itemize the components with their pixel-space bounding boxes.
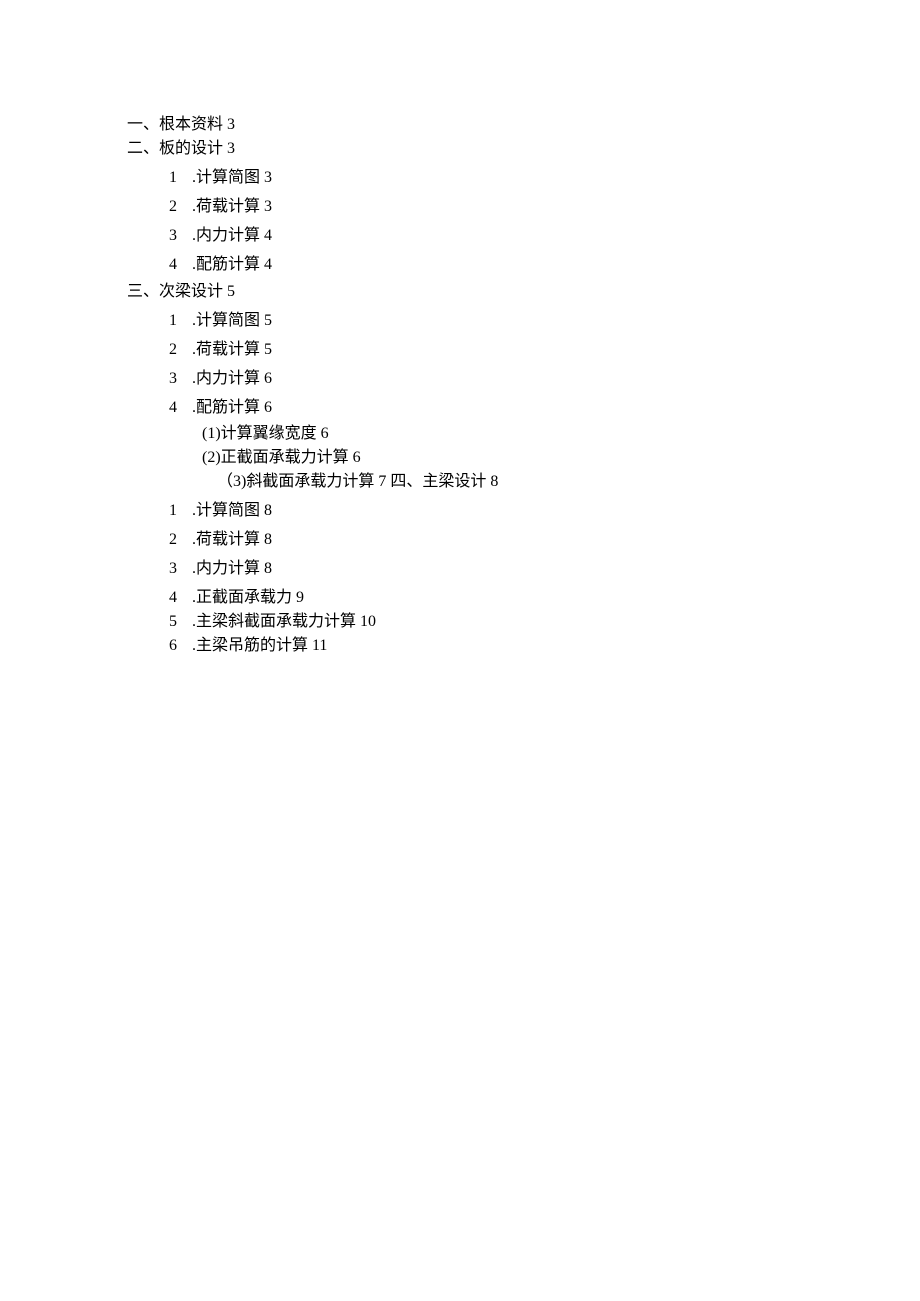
toc-item: 3 .内力计算 8 xyxy=(169,557,920,581)
toc-item: 5 .主梁斜截面承载力计算 10 xyxy=(169,610,920,634)
item-number: 4 xyxy=(169,396,183,420)
toc-section-2: 二、板的设计 3 xyxy=(127,137,920,161)
item-title: .内力计算 xyxy=(192,227,260,244)
toc-section-3: 三、次梁设计 5 xyxy=(127,280,920,304)
toc-subitem-combined: （3)斜截面承载力计算 7 四、主梁设计 8 xyxy=(217,470,920,494)
item-number: 3 xyxy=(169,224,183,248)
toc-item: 6 .主梁吊筋的计算 11 xyxy=(169,634,920,658)
toc-container: 一、根本资料 3 二、板的设计 3 1.计算简图 3 2.荷载计算 3 3.内力… xyxy=(127,113,920,658)
item-title: .配筋计算 xyxy=(192,399,260,416)
item-title: .荷载计算 xyxy=(192,341,260,358)
item-title: .主梁斜截面承载力计算 xyxy=(192,613,356,630)
page-ref: 5 xyxy=(264,341,272,358)
toc-section-1: 一、根本资料 3 xyxy=(127,113,920,137)
section-title: 三、次梁设计 xyxy=(127,283,223,300)
item-number: 2 xyxy=(169,528,183,552)
item-number: 1 xyxy=(169,499,183,523)
item-title: .荷载计算 xyxy=(192,198,260,215)
page-ref: 4 xyxy=(264,227,272,244)
page-ref: 10 xyxy=(360,613,376,630)
section-title: 二、板的设计 xyxy=(127,140,223,157)
item-title: .计算简图 xyxy=(192,169,260,186)
item-title: .内力计算 xyxy=(192,560,260,577)
page-ref: 3 xyxy=(264,198,272,215)
toc-item: 1 .计算简图 8 xyxy=(169,499,920,523)
item-number: 3 xyxy=(169,367,183,391)
page-ref: 5 xyxy=(227,283,235,300)
toc-subitem: (1)计算翼缘宽度 6 xyxy=(202,422,920,446)
item-number: 2 xyxy=(169,195,183,219)
sub-text: (1)计算翼缘宽度 6 xyxy=(202,425,329,442)
sub-text: （3)斜截面承载力计算 7 四、主梁设计 8 xyxy=(217,473,498,490)
page-ref: 8 xyxy=(264,531,272,548)
item-number: 4 xyxy=(169,253,183,277)
item-number: 1 xyxy=(169,166,183,190)
item-number: 6 xyxy=(169,634,183,658)
toc-item: 3 .内力计算 4 xyxy=(169,224,920,248)
page-ref: 3 xyxy=(227,116,235,133)
toc-item: 4 .配筋计算 6 xyxy=(169,396,920,420)
item-title: .内力计算 xyxy=(192,370,260,387)
toc-subitem: (2)正截面承载力计算 6 xyxy=(202,446,920,470)
item-number: 2 xyxy=(169,338,183,362)
toc-item: 2 .荷载计算 5 xyxy=(169,338,920,362)
item-title: .计算简图 xyxy=(192,312,260,329)
item-title: .配筋计算 xyxy=(192,256,260,273)
sub-text: (2)正截面承载力计算 6 xyxy=(202,449,361,466)
page-ref: 8 xyxy=(264,560,272,577)
toc-item: 4 .正截面承载力 9 xyxy=(169,586,920,610)
item-number: 3 xyxy=(169,557,183,581)
page-ref: 11 xyxy=(312,637,327,654)
toc-item: 3 .内力计算 6 xyxy=(169,367,920,391)
item-title: .主梁吊筋的计算 xyxy=(192,637,308,654)
page-ref: 3 xyxy=(264,169,272,186)
item-number: 5 xyxy=(169,610,183,634)
toc-item: 1 .计算简图 3 xyxy=(169,166,920,190)
toc-item: 2 .荷载计算 8 xyxy=(169,528,920,552)
toc-item: 1 .计算简图 5 xyxy=(169,309,920,333)
page-ref: 3 xyxy=(227,140,235,157)
page-ref: 8 xyxy=(264,502,272,519)
page-ref: 9 xyxy=(296,589,304,606)
item-title: .荷载计算 xyxy=(192,531,260,548)
page-ref: 5 xyxy=(264,312,272,329)
toc-item: 2 .荷载计算 3 xyxy=(169,195,920,219)
page-ref: 4 xyxy=(264,256,272,273)
item-number: 4 xyxy=(169,586,183,610)
toc-item: 4.配筋计算 4 xyxy=(169,253,920,277)
section-title: 一、根本资料 xyxy=(127,116,223,133)
item-title: .正截面承载力 xyxy=(192,589,292,606)
item-number: 1 xyxy=(169,309,183,333)
page-ref: 6 xyxy=(264,399,272,416)
page-ref: 6 xyxy=(264,370,272,387)
item-title: .计算简图 xyxy=(192,502,260,519)
